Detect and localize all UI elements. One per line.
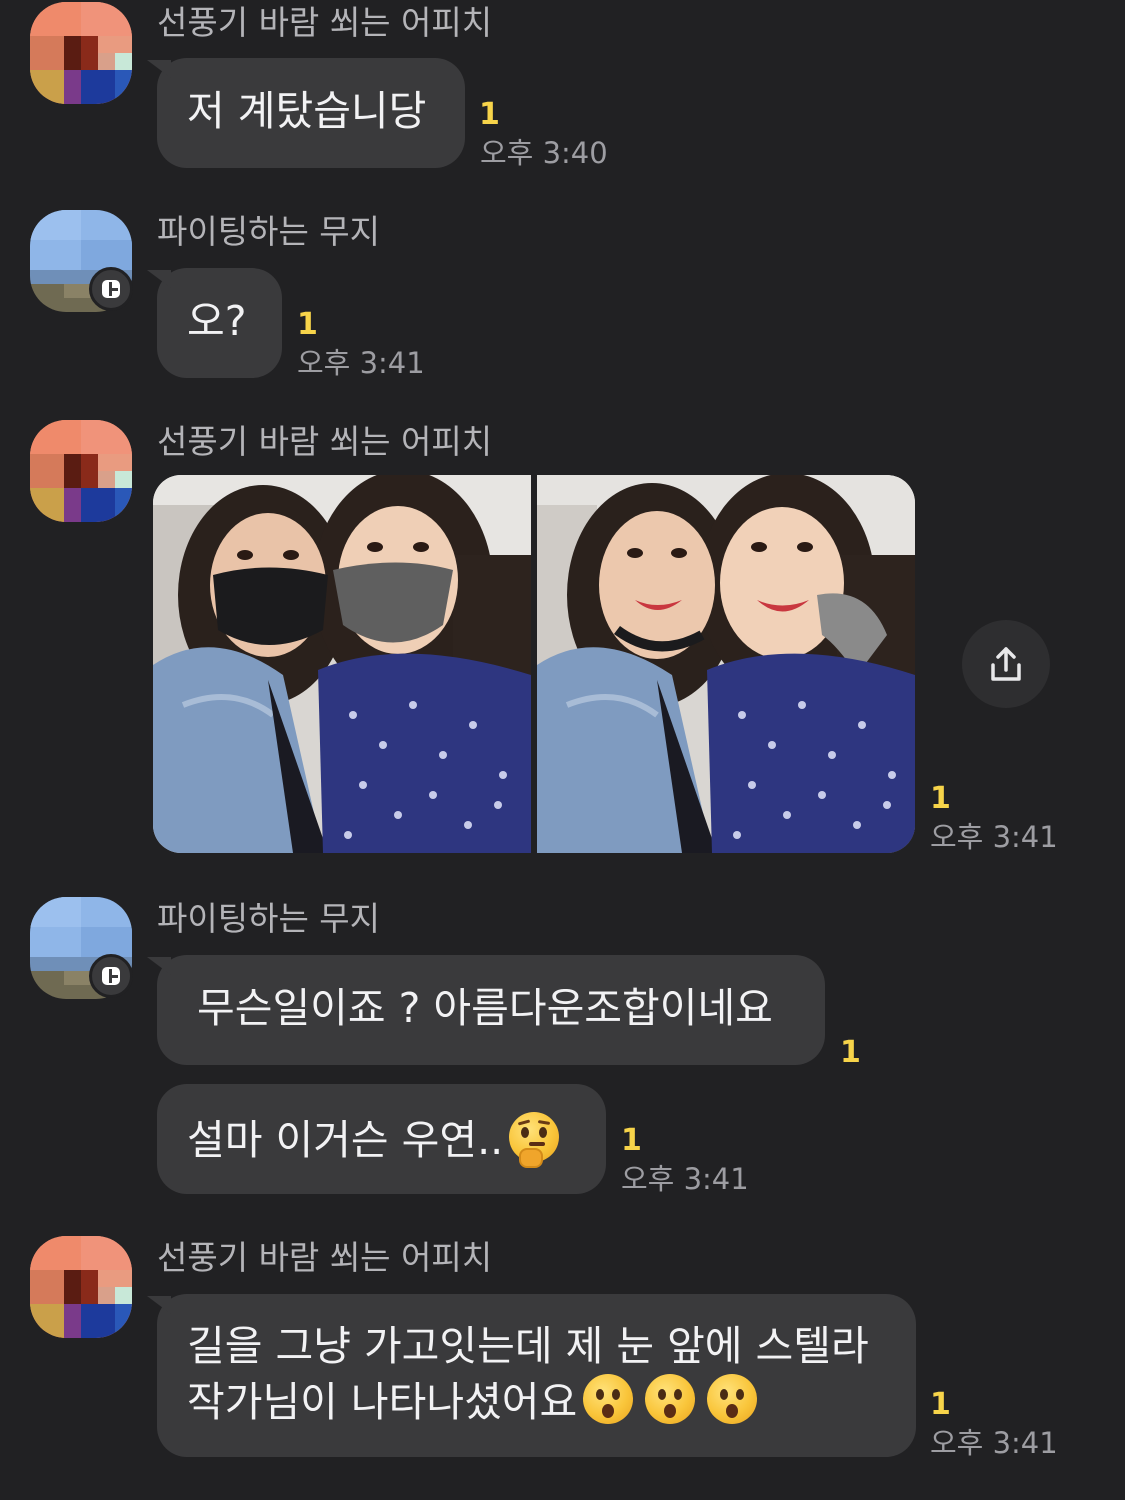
thinking-face-icon [509, 1112, 560, 1168]
unread-count: 1 [479, 97, 500, 132]
message-bubble[interactable]: 무슨일이죠 ? 아름다운조합이네요 [157, 955, 825, 1065]
photo-attachment-2[interactable] [537, 475, 915, 853]
message-bubble[interactable]: 길을 그냥 가고잇는데 제 눈 앞에 스텔라 작가님이 나타나셨어요 [157, 1294, 916, 1457]
talk-badge-icon [102, 967, 120, 985]
message-text: 설마 이거슨 우연.. [187, 1116, 504, 1164]
unread-count: 1 [930, 1387, 951, 1422]
talk-badge-icon [102, 280, 120, 298]
unread-count: 1 [840, 1035, 861, 1070]
message-bubble[interactable]: 저 계탔습니당 [157, 58, 465, 168]
message-text-line-2: 작가님이 나타나셨어요 [187, 1374, 886, 1430]
sender-name: 파이팅하는 무지 [157, 899, 381, 938]
message-text: 작가님이 나타나셨어요 [187, 1378, 578, 1426]
message-text: 오? [187, 297, 247, 345]
chat-room: 선풍기 바람 쐬는 어피치 저 계탔습니당 1 오후 3:40 파이팅하는 무지… [0, 0, 1125, 1500]
selfie-photo-masked [153, 475, 531, 853]
timestamp: 오후 3:41 [621, 1162, 749, 1196]
timestamp: 오후 3:41 [297, 346, 425, 380]
sender-name: 파이팅하는 무지 [157, 212, 381, 251]
timestamp: 오후 3:41 [930, 820, 1058, 854]
share-button[interactable] [962, 620, 1050, 708]
avatar-apeach[interactable] [30, 420, 132, 522]
unread-count: 1 [297, 307, 318, 342]
selfie-photo-smiling [537, 475, 915, 853]
message-bubble[interactable]: 오? [157, 268, 282, 378]
hushed-face-icon [707, 1374, 758, 1424]
sender-name: 선풍기 바람 쐬는 어피치 [157, 422, 493, 461]
sender-name: 선풍기 바람 쐬는 어피치 [157, 3, 493, 42]
unread-count: 1 [621, 1123, 642, 1158]
avatar-apeach[interactable] [30, 1236, 132, 1338]
unread-count: 1 [930, 781, 951, 816]
timestamp: 오후 3:40 [480, 136, 608, 170]
hushed-face-icon [583, 1374, 634, 1424]
message-bubble[interactable]: 설마 이거슨 우연.. [157, 1084, 606, 1194]
avatar-apeach[interactable] [30, 2, 132, 104]
hushed-face-icon [645, 1374, 696, 1424]
avatar-badge [89, 267, 133, 311]
message-text: 저 계탔습니당 [187, 87, 427, 135]
message-text-line: 길을 그냥 가고잇는데 제 눈 앞에 스텔라 [187, 1322, 869, 1370]
share-icon [991, 647, 1021, 681]
avatar-badge [89, 954, 133, 998]
sender-name: 선풍기 바람 쐬는 어피치 [157, 1238, 493, 1277]
message-text: 무슨일이죠 ? 아름다운조합이네요 [197, 984, 773, 1032]
timestamp: 오후 3:41 [930, 1426, 1058, 1460]
photo-attachment-1[interactable] [153, 475, 531, 853]
